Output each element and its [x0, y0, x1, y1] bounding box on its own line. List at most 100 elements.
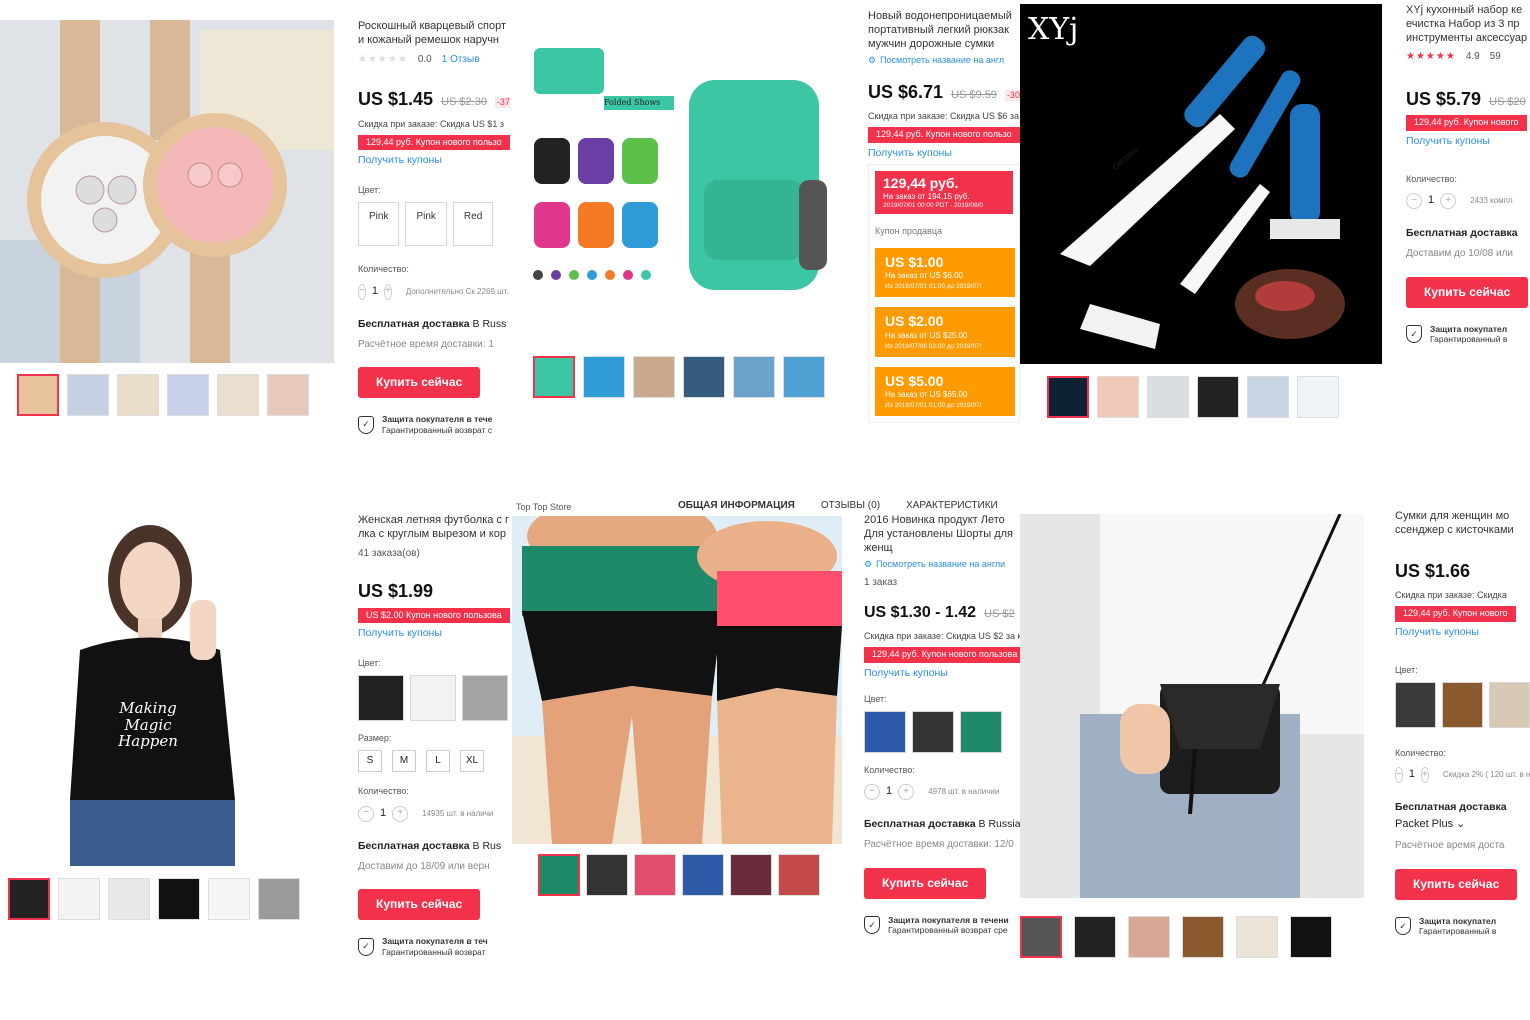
thumbnail[interactable]: [683, 356, 725, 398]
thumbnail[interactable]: [1290, 916, 1332, 958]
shipping-destination[interactable]: В Rus: [473, 840, 502, 852]
thumbnail[interactable]: [1197, 376, 1239, 418]
shipping-method-dropdown[interactable]: Packet Plus ⌄: [1395, 818, 1530, 832]
product-image-backpack[interactable]: Folded Shows: [524, 30, 844, 330]
thumbnail[interactable]: [1182, 916, 1224, 958]
product-image-shorts[interactable]: [512, 516, 842, 844]
quantity-value[interactable]: 1: [886, 785, 892, 799]
buy-now-button[interactable]: Купить сейчас: [864, 867, 987, 899]
buy-now-button[interactable]: Купить сейчас: [1406, 276, 1529, 308]
thumbnail[interactable]: [1097, 376, 1139, 418]
thumbnail[interactable]: [117, 374, 159, 416]
seller-coupon[interactable]: US $2.00 На заказ от US $25.00 Из 2019/07/…: [875, 307, 1015, 357]
plus-icon[interactable]: +: [392, 805, 409, 822]
get-coupons-link[interactable]: Получить купоны: [1406, 135, 1530, 148]
quantity-value[interactable]: 1: [380, 807, 386, 821]
thumbnail[interactable]: [783, 356, 825, 398]
color-swatch-black[interactable]: [1395, 681, 1436, 728]
thumbnail[interactable]: [1247, 376, 1289, 418]
color-swatch-gray[interactable]: [462, 675, 508, 722]
thumbnail[interactable]: [167, 374, 209, 416]
color-option[interactable]: Pink: [358, 202, 400, 247]
reviews-link[interactable]: 1 Отзыв: [442, 54, 480, 67]
thumbnail[interactable]: [538, 854, 580, 896]
plus-icon[interactable]: +: [1440, 192, 1457, 209]
seller-coupon[interactable]: US $1.00 На заказ от US $6.00 Из 2019/07/0…: [875, 247, 1015, 298]
thumbnail[interactable]: [267, 374, 309, 416]
thumbnail[interactable]: [1047, 376, 1089, 418]
get-coupons-link[interactable]: Получить купоны: [358, 154, 510, 167]
store-name[interactable]: Top Top Store: [516, 502, 571, 512]
thumbnail[interactable]: [58, 878, 100, 920]
thumbnail[interactable]: [1074, 916, 1116, 958]
plus-icon[interactable]: +: [898, 784, 915, 801]
color-swatch-brown[interactable]: [1442, 681, 1483, 728]
color-swatch[interactable]: [960, 710, 1002, 753]
minus-icon[interactable]: −: [864, 784, 880, 801]
thumbnail[interactable]: [586, 854, 628, 896]
thumbnail[interactable]: [158, 878, 200, 920]
minus-icon[interactable]: −: [1395, 767, 1403, 784]
get-coupons-link[interactable]: Получить купоны: [1395, 626, 1530, 639]
thumbnail[interactable]: [17, 374, 59, 416]
thumbnail[interactable]: [67, 374, 109, 416]
thumbnail[interactable]: [108, 878, 150, 920]
thumbnail[interactable]: [730, 854, 772, 896]
shipping-destination[interactable]: В Russia: [979, 818, 1020, 830]
size-option[interactable]: S: [358, 750, 382, 773]
color-swatch-black[interactable]: [358, 675, 404, 722]
thumbnail[interactable]: [733, 356, 775, 398]
minus-icon[interactable]: −: [358, 283, 366, 300]
quantity-value[interactable]: 1: [1409, 768, 1415, 782]
thumbnail[interactable]: [258, 878, 300, 920]
shipping-destination[interactable]: В Russ: [473, 318, 507, 330]
seller-coupon[interactable]: US $5.00 На заказ от US $65.00 Из 2019/07/…: [875, 366, 1015, 417]
thumbnail[interactable]: [533, 356, 575, 398]
color-swatch[interactable]: [912, 710, 954, 753]
buy-now-button[interactable]: Купить сейчас: [1395, 868, 1518, 900]
thumbnail[interactable]: [217, 374, 259, 416]
size-option[interactable]: M: [392, 750, 416, 773]
reviews-count[interactable]: 59: [1490, 51, 1501, 64]
tab-reviews[interactable]: ОТЗЫВЫ (0): [821, 500, 880, 511]
translate-link[interactable]: ⚙ Посмотреть название на англи: [864, 559, 1020, 570]
get-coupons-link[interactable]: Получить купоны: [868, 147, 1020, 160]
plus-icon[interactable]: +: [383, 283, 392, 300]
thumbnail[interactable]: [633, 356, 675, 398]
thumbnail[interactable]: [1128, 916, 1170, 958]
product-image-bag[interactable]: [1020, 514, 1364, 898]
color-swatch-white[interactable]: [410, 675, 456, 722]
product-image-tshirt[interactable]: Making Magic Happen: [0, 510, 334, 866]
thumbnail[interactable]: [8, 878, 50, 920]
thumbnail[interactable]: [1020, 916, 1062, 958]
thumbnail[interactable]: [1147, 376, 1189, 418]
tab-specs[interactable]: ХАРАКТЕРИСТИКИ: [906, 500, 998, 511]
quantity-value[interactable]: 1: [1428, 194, 1434, 208]
minus-icon[interactable]: −: [358, 805, 374, 822]
plus-icon[interactable]: +: [1420, 767, 1429, 784]
color-option[interactable]: Pink: [405, 202, 447, 247]
quantity-value[interactable]: 1: [372, 285, 378, 299]
thumbnail[interactable]: [634, 854, 676, 896]
get-coupons-link[interactable]: Получить купоны: [358, 627, 510, 640]
translate-link[interactable]: ⚙ Посмотреть название на англ: [868, 55, 1020, 66]
color-swatch[interactable]: [864, 710, 906, 753]
size-option[interactable]: XL: [460, 750, 484, 773]
get-coupons-link[interactable]: Получить купоны: [864, 667, 1020, 680]
minus-icon[interactable]: −: [1406, 192, 1422, 209]
tab-overview[interactable]: ОБЩАЯ ИНФОРМАЦИЯ: [678, 500, 795, 511]
thumbnail[interactable]: [1236, 916, 1278, 958]
color-option[interactable]: Red: [452, 202, 494, 247]
new-user-coupon[interactable]: 129,44 руб. На заказ от 194,15 руб. 2019…: [875, 170, 1013, 215]
buy-now-button[interactable]: Купить сейчас: [358, 889, 481, 921]
buy-now-button[interactable]: Купить сейчас: [358, 367, 481, 399]
thumbnail[interactable]: [778, 854, 820, 896]
thumbnail[interactable]: [208, 878, 250, 920]
product-image-watch[interactable]: [0, 20, 334, 363]
product-image-knives[interactable]: XYj Ceramic: [1020, 4, 1382, 364]
thumbnail[interactable]: [583, 356, 625, 398]
thumbnail[interactable]: [1297, 376, 1339, 418]
color-swatch-beige[interactable]: [1489, 681, 1530, 728]
size-option[interactable]: L: [426, 750, 450, 773]
thumbnail[interactable]: [682, 854, 724, 896]
